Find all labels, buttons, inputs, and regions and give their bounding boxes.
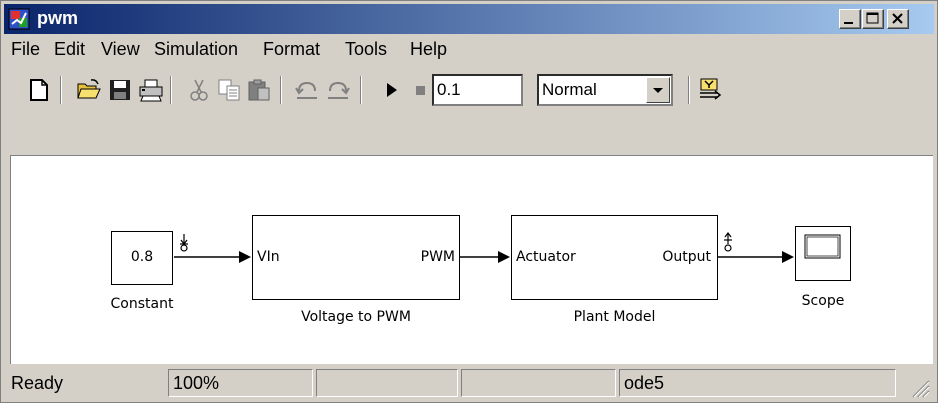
toolbar-separator xyxy=(360,76,362,104)
simulation-mode-value: Normal xyxy=(542,80,597,99)
menu-simulation[interactable]: Simulation xyxy=(154,39,238,60)
undo-icon[interactable] xyxy=(294,77,320,103)
toolbar-separator xyxy=(688,76,690,104)
status-zoom: 100% xyxy=(168,369,313,397)
test-point-marker xyxy=(724,232,732,252)
simulink-window: pwm File Edit View Simulation Format Too… xyxy=(0,0,938,403)
pwm-port-label: PWM xyxy=(420,249,455,265)
constant-block[interactable]: 0.8 xyxy=(111,231,173,285)
actuator-port-label: Actuator xyxy=(516,249,576,265)
toolbar: 0.1 Normal xyxy=(4,64,934,114)
status-panel-4 xyxy=(461,369,616,397)
constant-label[interactable]: Constant xyxy=(81,296,203,312)
menu-format[interactable]: Format xyxy=(263,39,320,60)
toolbar-separator xyxy=(60,76,62,104)
resize-grip-icon[interactable] xyxy=(907,376,931,398)
vin-port-label: VIn xyxy=(257,249,280,265)
plant-model-block[interactable]: Actuator Output xyxy=(511,215,718,300)
status-solver: ode5 xyxy=(619,369,896,397)
print-icon[interactable] xyxy=(138,77,164,103)
menu-tools[interactable]: Tools xyxy=(345,39,387,60)
open-folder-icon[interactable] xyxy=(76,77,102,103)
simulation-mode-select[interactable]: Normal xyxy=(537,74,673,106)
stop-icon[interactable] xyxy=(407,77,433,103)
output-port-label: Output xyxy=(662,249,711,265)
menu-file[interactable]: File xyxy=(11,39,40,60)
copy-icon[interactable] xyxy=(216,77,242,103)
test-point-marker xyxy=(180,234,188,252)
dropdown-button[interactable] xyxy=(646,77,670,103)
play-icon[interactable] xyxy=(378,77,404,103)
menu-bar: File Edit View Simulation Format Tools H… xyxy=(4,34,934,64)
menu-help[interactable]: Help xyxy=(410,39,447,60)
minimize-button[interactable] xyxy=(839,9,861,29)
status-panel-3 xyxy=(316,369,458,397)
voltage-to-pwm-label[interactable]: Voltage to PWM xyxy=(252,309,460,325)
redo-icon[interactable] xyxy=(325,77,351,103)
chevron-down-icon xyxy=(653,88,663,93)
cut-icon[interactable] xyxy=(186,77,212,103)
library-browser-icon[interactable] xyxy=(697,77,723,103)
toolbar-separator xyxy=(280,76,282,104)
status-state: Ready xyxy=(11,373,64,393)
status-bar: Ready 100% ode5 xyxy=(4,366,934,401)
scope-label[interactable]: Scope xyxy=(781,293,865,309)
toolbar-separator xyxy=(170,76,172,104)
scope-block[interactable] xyxy=(795,226,851,281)
close-icon xyxy=(892,13,903,24)
stop-time-input[interactable]: 0.1 xyxy=(432,74,523,106)
save-icon[interactable] xyxy=(107,77,133,103)
minimize-icon xyxy=(844,22,853,24)
title-bar[interactable]: pwm xyxy=(4,4,934,34)
plant-model-label[interactable]: Plant Model xyxy=(511,309,718,325)
model-canvas[interactable]: 0.8 Constant VIn PWM Voltage to PWM Actu… xyxy=(10,155,933,364)
menu-view[interactable]: View xyxy=(101,39,140,60)
close-button[interactable] xyxy=(887,9,909,29)
new-file-icon[interactable] xyxy=(26,77,52,103)
paste-icon[interactable] xyxy=(246,77,272,103)
maximize-button[interactable] xyxy=(862,9,884,29)
window-title: pwm xyxy=(37,8,79,28)
simulink-app-icon[interactable] xyxy=(8,8,30,30)
menu-edit[interactable]: Edit xyxy=(54,39,85,60)
scope-icon xyxy=(804,234,841,259)
maximize-icon xyxy=(866,12,879,24)
voltage-to-pwm-block[interactable]: VIn PWM xyxy=(252,215,460,300)
constant-value: 0.8 xyxy=(130,249,154,265)
